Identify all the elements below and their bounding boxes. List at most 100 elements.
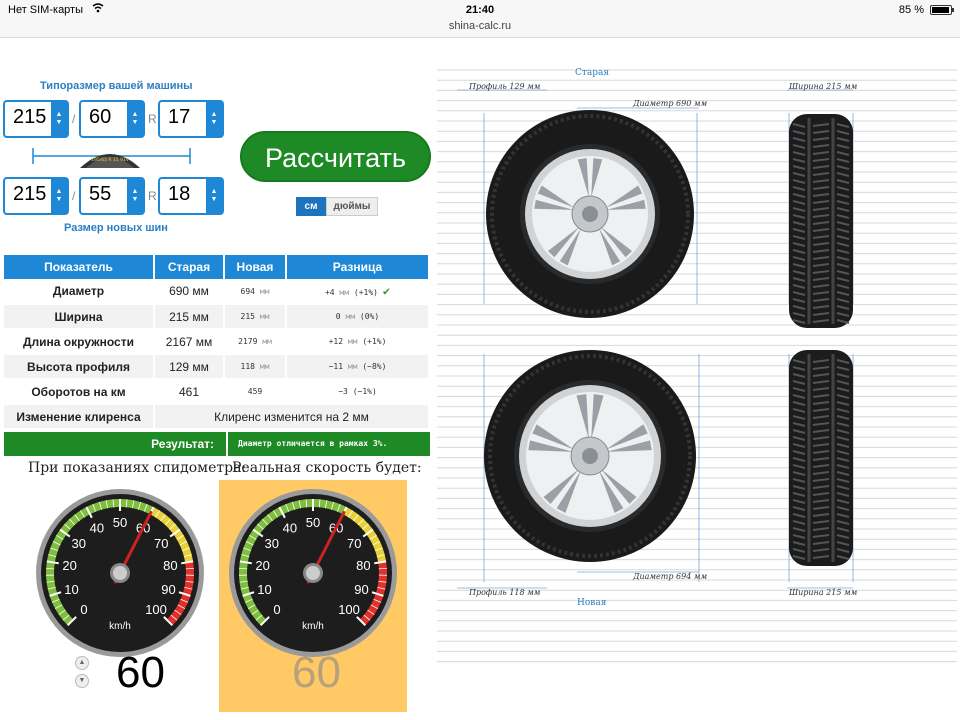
speed-up-button[interactable]: ▲ [75, 656, 89, 670]
real-gauge-tick-label: 0 [273, 602, 280, 617]
row-new-value: 2179 мм [224, 329, 287, 355]
table-header-row: Показатель Старая Новая Разница [4, 255, 430, 279]
row-diff-value: −3 (−1%) [286, 379, 430, 405]
row-new-number: 694 [240, 286, 255, 296]
row-new-value: 459 [224, 379, 287, 405]
row-diff-number: 0 [335, 312, 341, 321]
row-diff-number: +4 [324, 288, 335, 297]
speed-stepper[interactable]: ▲ ▼ [75, 656, 89, 688]
new-rim-value: 18 [168, 183, 191, 205]
calculate-button[interactable]: Рассчитать [240, 131, 431, 182]
row-diff-value: +4 мм (+1%) ✔ [286, 279, 430, 305]
table-row: Диаметр 690 мм 694 мм +4 мм (+1%) ✔ [4, 279, 430, 305]
separator: / [72, 189, 76, 203]
real-gauge-tick-label: 100 [338, 602, 360, 617]
row-old-value: 690 мм [154, 279, 225, 305]
indicated-gauge-tick-label: 20 [62, 558, 76, 573]
new-diameter-label: Диаметр 694 мм [633, 572, 708, 581]
select-arrows-icon: ▲ ▼ [206, 102, 222, 136]
check-icon: ✔ [382, 284, 391, 298]
old-diameter-label: Диаметр 690 мм [633, 99, 708, 108]
row-new-number: 2179 [238, 337, 258, 346]
real-gauge-tick-label: 30 [265, 536, 279, 551]
indicated-gauge-hub-cap [113, 566, 127, 580]
row-new-value: 694 мм [224, 279, 287, 305]
row-diff-number: +12 [328, 337, 344, 346]
new-rim-select[interactable]: 18 ▲ ▼ [158, 177, 224, 215]
clock: 21:40 [465, 4, 495, 16]
real-speedometer: 0102030405060708090100km/h [229, 489, 397, 657]
row-new-number: 215 [240, 312, 255, 321]
row-param: Высота профиля [4, 354, 155, 380]
real-gauge-tick [378, 567, 387, 570]
new-profile-value: 55 [89, 183, 112, 205]
clearance-row: Изменение клиренса Клиренс изменится на 2… [4, 404, 430, 430]
row-new-unit: мм [259, 286, 270, 296]
new-size-title: Размер новых шин [64, 222, 168, 234]
real-gauge-tick-label: 90 [354, 582, 368, 597]
rim-prefix: R [148, 189, 157, 203]
row-param: Диаметр [4, 279, 155, 305]
row-param: Длина окружности [4, 329, 155, 355]
old-profile-select[interactable]: 60 ▲ ▼ [79, 100, 145, 138]
indicated-gauge-tick-label: 80 [163, 558, 177, 573]
row-diff-percent: (−1%) [352, 387, 377, 396]
result-label: Результат: [151, 437, 214, 451]
old-tread-graphic [789, 114, 853, 328]
row-old-value: 215 мм [154, 304, 225, 330]
address-bar[interactable]: shina-calc.ru [0, 20, 960, 32]
old-width-select[interactable]: 215 ▲ ▼ [3, 100, 69, 138]
indicated-speed-value[interactable]: 60 [116, 648, 165, 698]
indicated-gauge-tick-label: 50 [113, 515, 127, 530]
row-old-value: 2167 мм [154, 329, 225, 355]
row-diff-percent: (+1%) [353, 288, 378, 297]
real-gauge-unit-label: km/h [302, 621, 324, 632]
old-rim-value: 17 [168, 106, 191, 128]
indicated-speedometer[interactable]: 0102030405060708090100km/h [35, 488, 205, 658]
header-param: Показатель [4, 255, 155, 279]
table-row: Оборотов на км 461 459 −3 (−1%) [4, 379, 430, 405]
indicated-gauge-tick [185, 567, 194, 570]
battery-icon [930, 5, 954, 15]
old-size-title: Типоразмер вашей машины [40, 80, 193, 92]
row-param: Ширина [4, 304, 155, 330]
new-profile-select[interactable]: 55 ▲ ▼ [79, 177, 145, 215]
row-new-unit: мм [259, 312, 270, 321]
table-row: Длина окружности 2167 мм 2179 мм +12 мм (+1… [4, 329, 430, 355]
real-gauge-tick [239, 567, 248, 570]
old-rim-select[interactable]: 17 ▲ ▼ [158, 100, 224, 138]
row-diff-value: −11 мм (−8%) [286, 354, 430, 380]
real-gauge-tick-label: 50 [306, 515, 320, 530]
real-gauge-tick-label: 40 [283, 521, 297, 536]
diagram-new-title: Новая [577, 598, 607, 608]
row-diff-unit: мм [345, 312, 356, 321]
clearance-value: Клиренс изменится на 2 мм [154, 404, 430, 430]
real-gauge-tick-label: 20 [255, 558, 269, 573]
select-arrows-icon: ▲ ▼ [51, 102, 67, 136]
row-diff-unit: мм [339, 288, 350, 297]
table-row: Высота профиля 129 мм 118 мм −11 мм (−8%) [4, 354, 430, 380]
real-speed-caption: Реальная скорость будет: [232, 460, 422, 476]
old-wheel-graphic [486, 110, 694, 318]
indicated-gauge-tick-label: 100 [145, 602, 167, 617]
old-width-label: Ширина 215 мм [789, 82, 858, 91]
row-diff-percent: (0%) [359, 312, 380, 321]
row-diff-value: +12 мм (+1%) [286, 329, 430, 355]
select-arrows-icon: ▲ ▼ [206, 179, 222, 213]
indicated-speed-caption: При показаниях спидометра: [28, 460, 247, 476]
select-arrows-icon: ▲ ▼ [51, 179, 67, 213]
real-gauge-tick-label: 10 [257, 582, 271, 597]
result-value: Диаметр отличается в рамках 3%. [226, 432, 430, 456]
header-new: Новая [224, 255, 287, 279]
old-profile-value: 60 [89, 106, 112, 128]
new-width-select[interactable]: 215 ▲ ▼ [3, 177, 69, 215]
status-bar: Нет SIM-карты 21:40 shina-calc.ru 85 % [0, 0, 960, 38]
rim-prefix: R [148, 112, 157, 126]
indicated-gauge-tick-label: 70 [154, 536, 168, 551]
unit-cm-button[interactable]: см [296, 197, 326, 216]
new-profile-label: Профиль 118 мм [469, 588, 541, 597]
diagram-old-title: Старая [575, 68, 610, 78]
unit-inch-button[interactable]: дюймы [326, 197, 378, 216]
row-old-value: 129 мм [154, 354, 225, 380]
speed-down-button[interactable]: ▼ [75, 674, 89, 688]
